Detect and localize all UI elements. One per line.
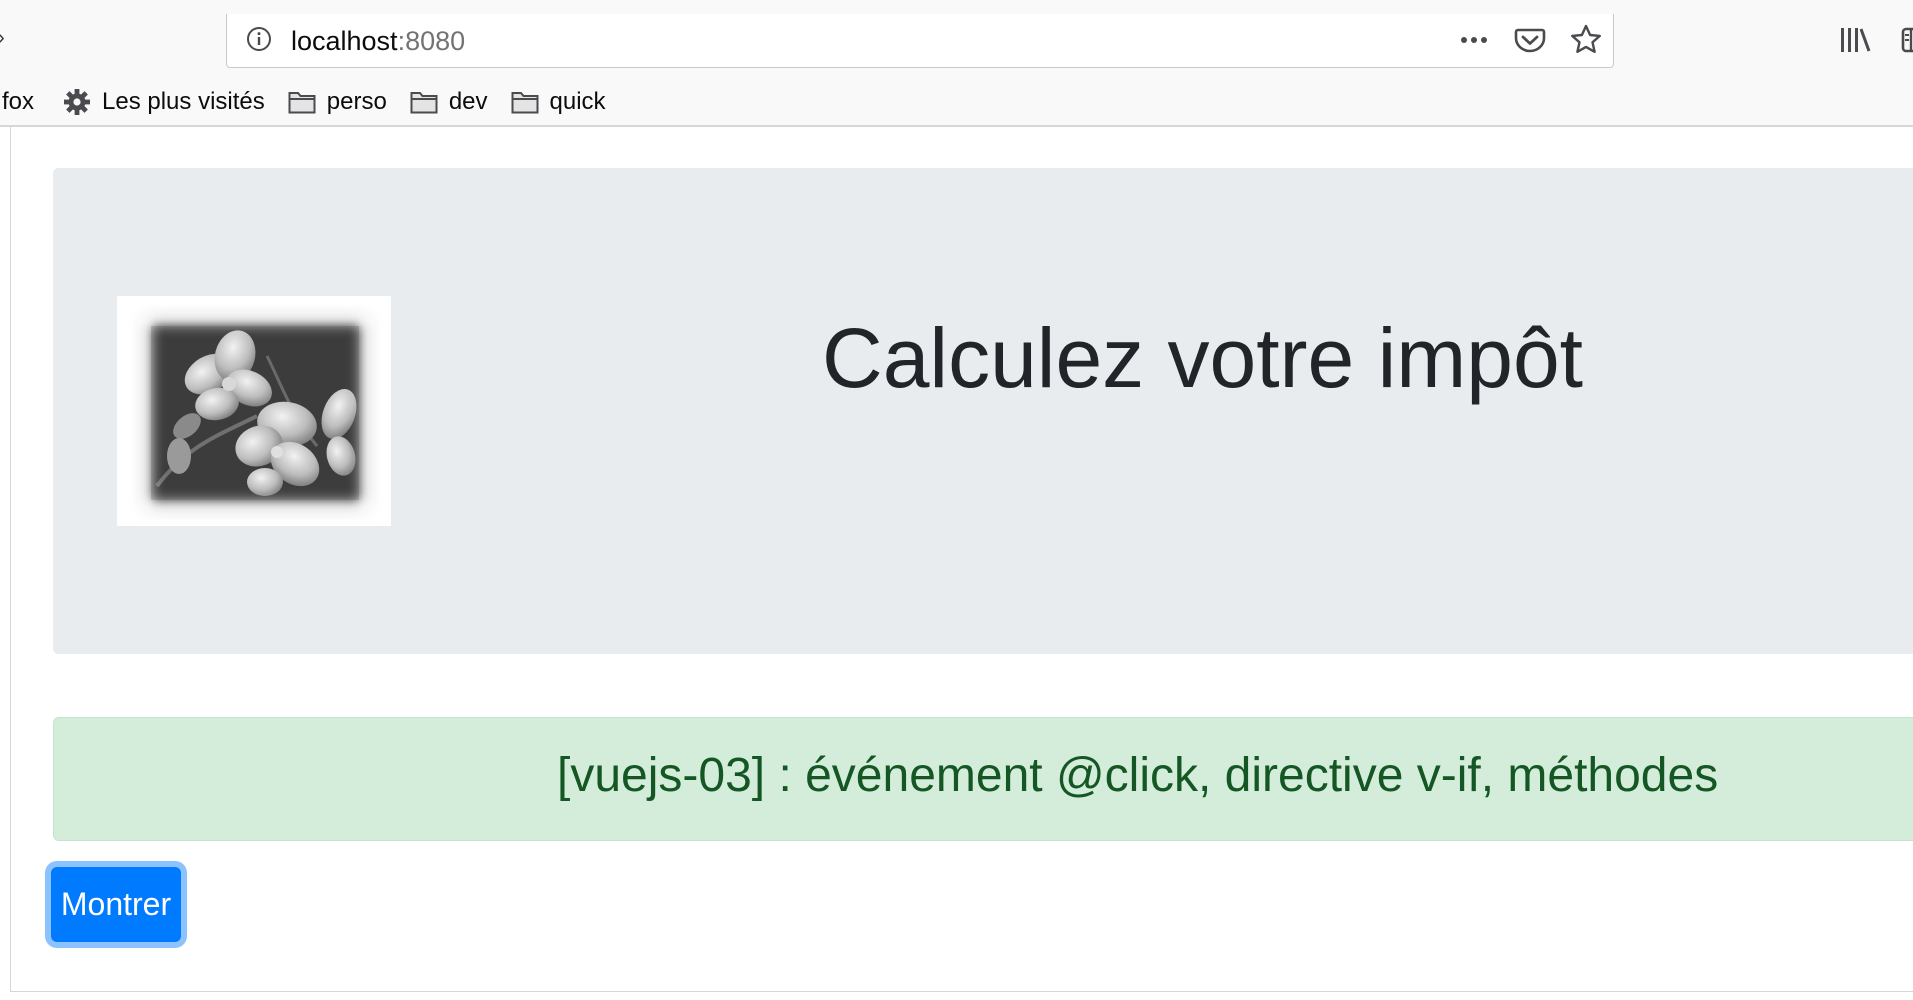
url-port: :8080 [397, 26, 466, 56]
browser-chrome: › localhost:8080 [0, 0, 1913, 127]
folder-icon [511, 92, 539, 114]
page-title: Calculez votre impôt [53, 308, 1583, 408]
url-host: localhost [291, 26, 398, 56]
folder-icon [410, 92, 438, 114]
info-icon[interactable] [245, 25, 273, 53]
alert-text: [vuejs-03] : événement @click, directive… [557, 749, 1719, 802]
page-title-text: Calculez votre impôt [822, 311, 1583, 405]
more-actions-icon[interactable] [1457, 23, 1491, 57]
bookmark-item-firefox[interactable]: fox [2, 88, 34, 116]
library-icon[interactable] [1838, 24, 1874, 56]
folder-icon [288, 92, 316, 114]
page-content: Calculez votre impôt [vuejs-03] : événem… [10, 127, 1913, 992]
bookmark-item-most-visited[interactable]: Les plus visités [62, 88, 265, 116]
jumbotron: Calculez votre impôt [53, 168, 1913, 654]
bookmark-folder-quick[interactable]: quick [510, 88, 606, 116]
navigation-toolbar: › localhost:8080 [0, 0, 1913, 70]
bookmark-folder-perso[interactable]: perso [287, 88, 387, 116]
sidebar-icon[interactable] [1900, 24, 1913, 56]
bookmark-label: quick [549, 88, 606, 115]
bookmark-star-icon[interactable] [1569, 23, 1603, 57]
bookmark-label: Les plus visités [102, 88, 265, 115]
url-actions [1457, 22, 1603, 58]
chevron-left-icon[interactable]: › [0, 28, 5, 48]
pocket-icon[interactable] [1513, 23, 1547, 57]
url-bar[interactable]: localhost:8080 [226, 14, 1614, 68]
bookmarks-toolbar: fox Les plus visités perso dev quick [0, 82, 628, 122]
url-text[interactable]: localhost:8080 [291, 25, 465, 57]
bookmark-label: dev [448, 88, 488, 115]
bookmark-label: fox [2, 88, 35, 115]
show-button[interactable]: Montrer [51, 867, 181, 942]
gear-icon [64, 89, 91, 115]
info-alert: [vuejs-03] : événement @click, directive… [53, 717, 1913, 841]
bookmark-label: perso [326, 88, 387, 115]
bookmark-folder-dev[interactable]: dev [409, 88, 488, 116]
